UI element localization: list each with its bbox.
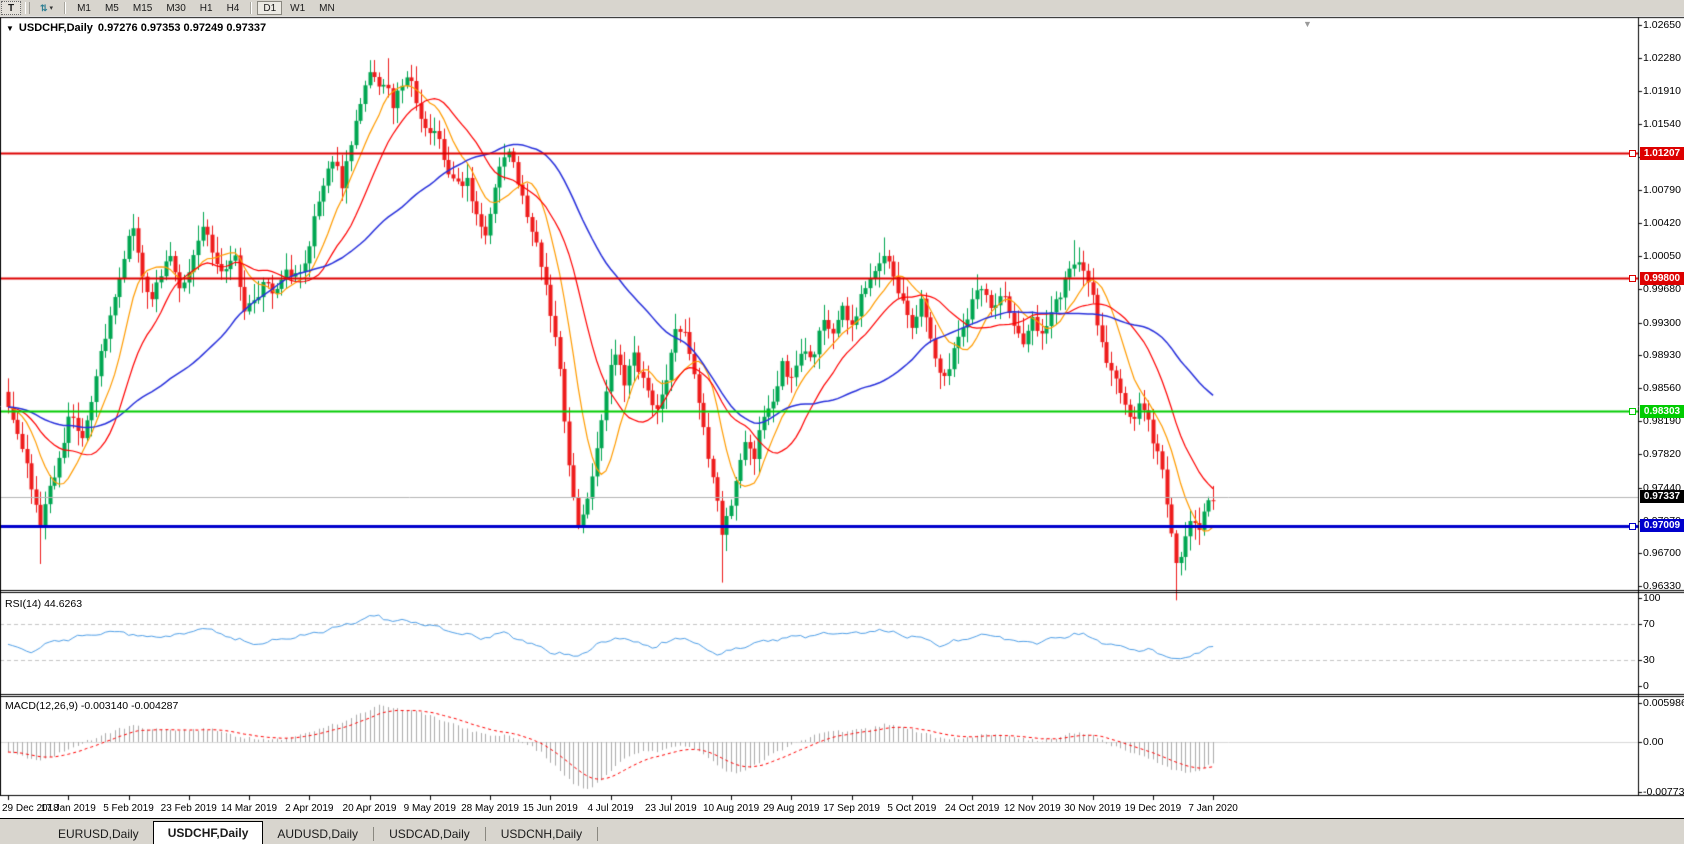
chart-tab-usdchf[interactable]: USDCHF,Daily — [153, 821, 264, 844]
mt4-window: T ⇅ ▾ M1M5M15M30H1H4 D1W1MN ▼ USDCHF,Dail… — [0, 0, 1684, 844]
top-toolbar: T ⇅ ▾ M1M5M15M30H1H4 D1W1MN — [0, 0, 1684, 17]
tab-divider — [597, 827, 598, 841]
support-line-blue-value-badge[interactable]: 0.97009 — [1640, 519, 1684, 532]
timeframe-button-M1[interactable]: M1 — [71, 1, 97, 15]
timeframe-button-M5[interactable]: M5 — [99, 1, 125, 15]
chart-tab-bar: EURUSD,DailyUSDCHF,DailyAUDUSD,DailyUSDC… — [0, 818, 1684, 844]
tab-divider — [373, 827, 374, 841]
timeframe-button-M30[interactable]: M30 — [160, 1, 191, 15]
timeframe-button-H1[interactable]: H1 — [194, 1, 219, 15]
price-chart-canvas[interactable] — [0, 16, 1684, 818]
chart-tab-eurusd[interactable]: EURUSD,Daily — [44, 823, 153, 844]
support-line-blue-drag-handle[interactable] — [1629, 523, 1636, 530]
toolbar-grip — [25, 2, 30, 14]
timeframe-button-group: M1M5M15M30H1H4 D1W1MN — [70, 1, 342, 15]
current-price-line-value-badge: 0.97337 — [1640, 490, 1684, 503]
chart-tab-usdcnh[interactable]: USDCNH,Daily — [487, 823, 596, 844]
chart-tab-usdcad[interactable]: USDCAD,Daily — [375, 823, 484, 844]
chart-menu-caret-icon[interactable]: ▼ — [6, 24, 14, 33]
toolbar-separator — [250, 2, 252, 14]
chevron-down-icon: ▾ — [50, 4, 54, 12]
tab-divider — [485, 827, 486, 841]
support-line-green-drag-handle[interactable] — [1629, 408, 1636, 415]
resistance-line-upper-drag-handle[interactable] — [1629, 150, 1636, 157]
resistance-line-lower-drag-handle[interactable] — [1629, 275, 1636, 282]
text-tool-button[interactable]: T — [1, 1, 21, 15]
toolbar-separator — [64, 2, 66, 14]
resistance-line-upper-value-badge[interactable]: 1.01207 — [1640, 147, 1684, 160]
cursor-tool-button[interactable]: ⇅ ▾ — [34, 1, 59, 15]
timeframe-button-W1[interactable]: W1 — [284, 1, 311, 15]
chart-tab-audusd[interactable]: AUDUSD,Daily — [263, 823, 372, 844]
support-line-green-value-badge[interactable]: 0.98303 — [1640, 405, 1684, 418]
timeframe-button-D1[interactable]: D1 — [257, 1, 282, 15]
timeframe-button-MN[interactable]: MN — [313, 1, 341, 15]
arrows-tool-icon: ⇅ — [40, 3, 48, 14]
resistance-line-lower-value-badge[interactable]: 0.99800 — [1640, 272, 1684, 285]
timeframe-button-M15[interactable]: M15 — [127, 1, 158, 15]
chart-area: ▼ USDCHF,Daily 0.97276 0.97353 0.97249 0… — [0, 16, 1684, 818]
timeframe-button-H4[interactable]: H4 — [221, 1, 246, 15]
